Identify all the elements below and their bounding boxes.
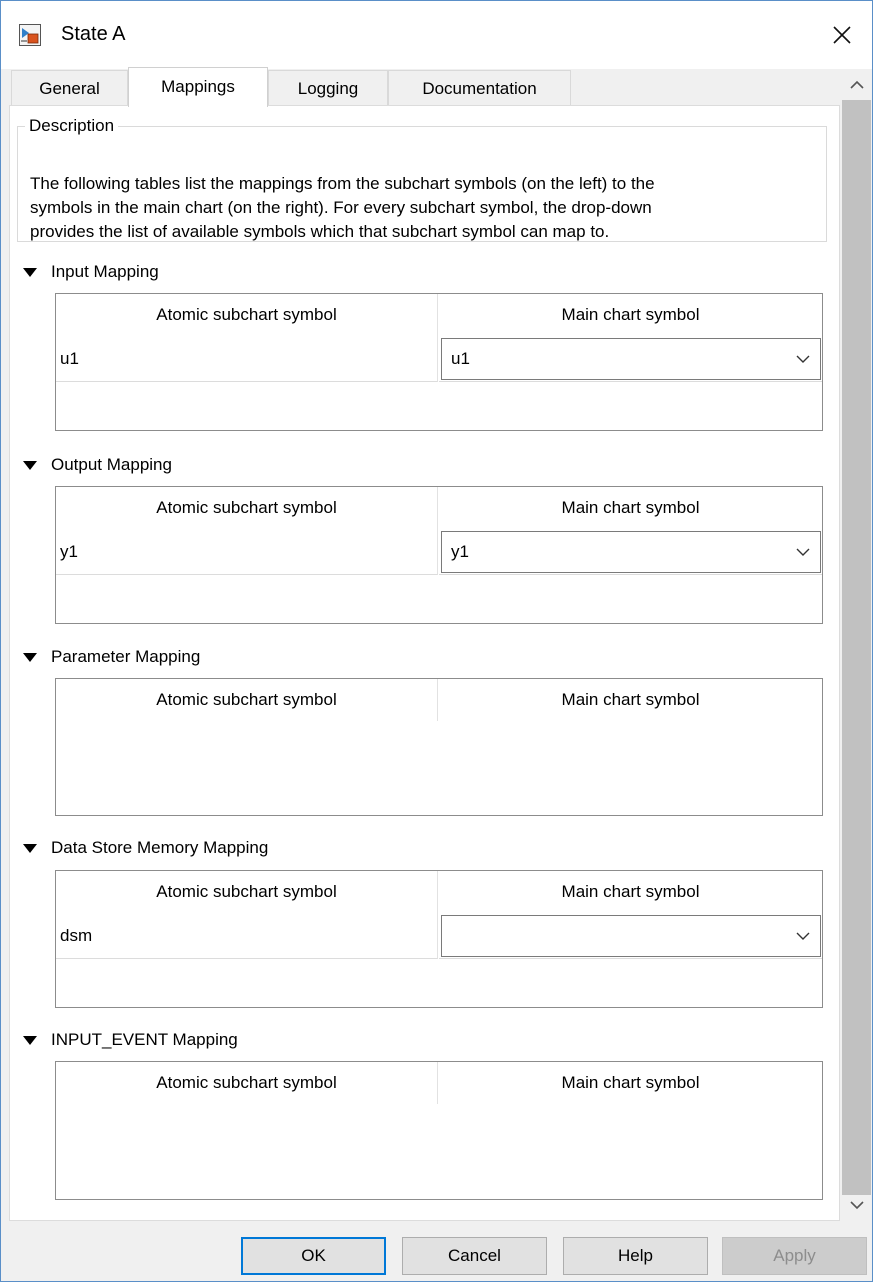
input-event-mapping-table: Atomic subchart symbol Main chart symbol xyxy=(55,1061,823,1200)
main-chart-symbol-dropdown[interactable] xyxy=(441,915,821,957)
section-title: INPUT_EVENT Mapping xyxy=(51,1030,238,1049)
output-mapping-header[interactable]: Output Mapping xyxy=(23,454,172,476)
input-mapping-table: Atomic subchart symbol Main chart symbol… xyxy=(55,293,823,431)
stateflow-icon xyxy=(19,24,41,46)
output-mapping-table: Atomic subchart symbol Main chart symbol… xyxy=(55,486,823,624)
chevron-down-icon xyxy=(849,1201,864,1210)
column-header: Atomic subchart symbol xyxy=(56,487,438,529)
column-header: Main chart symbol xyxy=(561,305,700,324)
dropdown-value: u1 xyxy=(451,349,470,368)
column-header: Atomic subchart symbol xyxy=(56,679,438,721)
window-title: State A xyxy=(61,23,126,45)
title-bar: State A xyxy=(1,1,872,69)
chevron-down-icon xyxy=(796,548,810,556)
triangle-down-icon xyxy=(23,267,37,277)
chevron-down-icon xyxy=(796,355,810,363)
subchart-symbol-cell: y1 xyxy=(56,529,438,575)
description-line: symbols in the main chart (on the right)… xyxy=(30,198,652,217)
data-store-memory-mapping-table: Atomic subchart symbol Main chart symbol… xyxy=(55,870,823,1008)
tab-mappings[interactable]: Mappings xyxy=(128,67,268,107)
data-store-memory-mapping-header[interactable]: Data Store Memory Mapping xyxy=(23,837,268,859)
triangle-down-icon xyxy=(23,460,37,470)
column-header: Main chart symbol xyxy=(561,498,700,517)
main-chart-symbol-dropdown[interactable]: u1 xyxy=(441,338,821,380)
section-title: Parameter Mapping xyxy=(51,647,201,666)
description-line: provides the list of available symbols w… xyxy=(30,222,610,241)
description-label: Description xyxy=(25,116,119,136)
column-header: Main chart symbol xyxy=(561,882,700,901)
close-icon xyxy=(833,26,851,44)
main-chart-symbol-cell: y1 xyxy=(439,529,822,575)
column-header: Main chart symbol xyxy=(561,690,700,709)
subchart-symbol-cell: u1 xyxy=(56,336,438,382)
main-chart-symbol-cell: u1 xyxy=(439,336,822,382)
apply-button[interactable]: Apply xyxy=(722,1237,867,1275)
section-title: Input Mapping xyxy=(51,262,159,281)
help-button[interactable]: Help xyxy=(563,1237,708,1275)
main-chart-symbol-cell xyxy=(439,913,822,959)
cancel-button[interactable]: Cancel xyxy=(402,1237,547,1275)
triangle-down-icon xyxy=(23,843,37,853)
scroll-up-button[interactable] xyxy=(841,70,872,100)
parameter-mapping-header[interactable]: Parameter Mapping xyxy=(23,646,200,668)
triangle-down-icon xyxy=(23,1035,37,1045)
section-title: Output Mapping xyxy=(51,455,172,474)
ok-button[interactable]: OK xyxy=(241,1237,386,1275)
tab-logging[interactable]: Logging xyxy=(268,70,388,106)
dropdown-value: y1 xyxy=(451,542,469,561)
chevron-up-icon xyxy=(849,80,864,89)
column-header: Atomic subchart symbol xyxy=(56,1062,438,1104)
subchart-symbol-cell: dsm xyxy=(56,913,438,959)
section-title: Data Store Memory Mapping xyxy=(51,838,269,857)
column-header: Atomic subchart symbol xyxy=(56,294,438,336)
input-event-mapping-header[interactable]: INPUT_EVENT Mapping xyxy=(23,1029,238,1051)
scrollbar-thumb[interactable] xyxy=(842,100,871,1195)
description-line: The following tables list the mappings f… xyxy=(30,174,655,193)
description-text: The following tables list the mappings f… xyxy=(30,172,820,244)
state-properties-dialog: State A General Mappings Logging Documen… xyxy=(0,0,873,1282)
scroll-down-button[interactable] xyxy=(841,1190,872,1220)
tab-general[interactable]: General xyxy=(11,70,128,106)
parameter-mapping-table: Atomic subchart symbol Main chart symbol xyxy=(55,678,823,816)
close-button[interactable] xyxy=(812,1,872,69)
chevron-down-icon xyxy=(796,932,810,940)
column-header: Main chart symbol xyxy=(561,1073,700,1092)
tab-documentation[interactable]: Documentation xyxy=(388,70,571,106)
input-mapping-header[interactable]: Input Mapping xyxy=(23,261,159,283)
column-header: Atomic subchart symbol xyxy=(56,871,438,913)
description-group: The following tables list the mappings f… xyxy=(17,126,827,242)
mappings-panel: The following tables list the mappings f… xyxy=(9,105,840,1221)
dialog-footer: OK Cancel Help Apply xyxy=(1,1223,872,1281)
vertical-scrollbar[interactable] xyxy=(841,70,872,1220)
main-chart-symbol-dropdown[interactable]: y1 xyxy=(441,531,821,573)
triangle-down-icon xyxy=(23,652,37,662)
